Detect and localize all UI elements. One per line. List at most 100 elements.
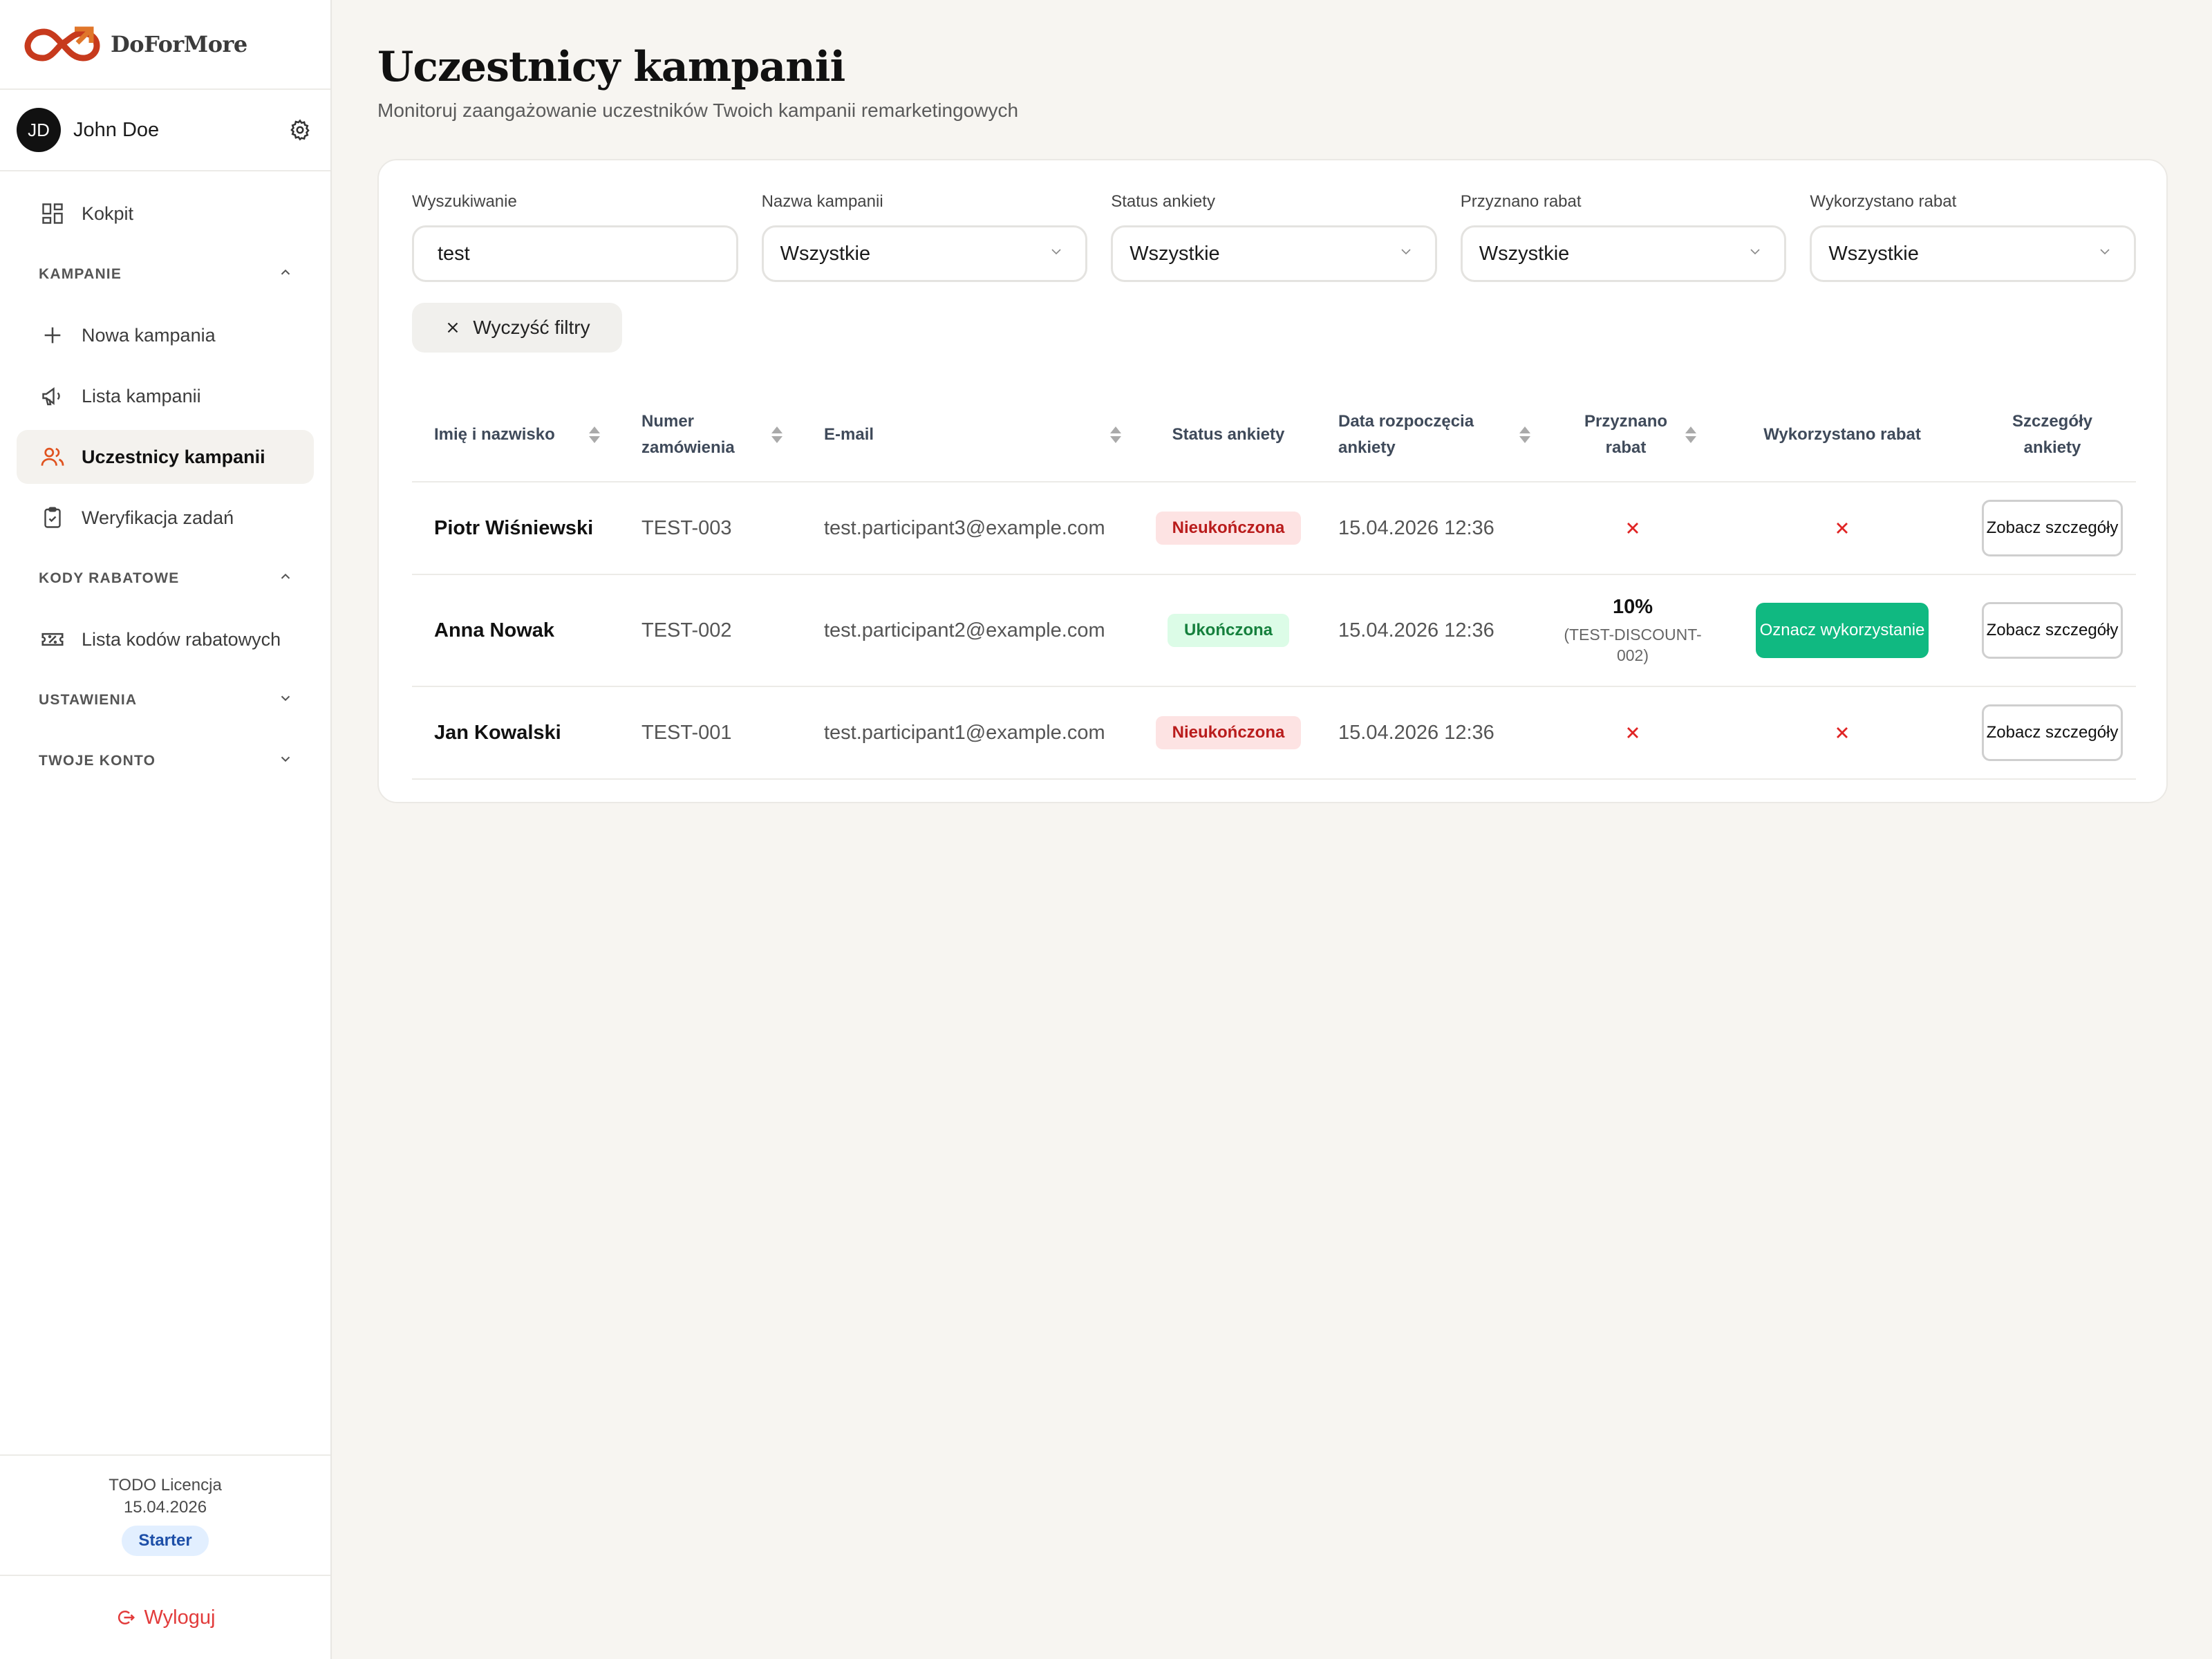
chevron-down-icon [278,751,293,771]
license-info: TODO Licencja 15.04.2026 Starter [0,1454,330,1576]
header-label: Numer zamówienia [641,412,735,457]
discount-used-select[interactable]: Wszystkie [1810,225,2136,282]
participant-name: Jan Kowalski [434,721,561,744]
details-cell: Zobacz szczegóły [1969,704,2136,761]
user-name: John Doe [73,118,160,141]
order-number: TEST-002 [641,619,732,641]
granted-cell [1550,723,1716,742]
clear-filters-button[interactable]: Wyczyść filtry [412,303,622,353]
column-header-name[interactable]: Imię i nazwisko [412,422,619,448]
section-kampanie[interactable]: KAMPANIE [17,247,314,301]
header-label: Przyznano rabat [1584,412,1668,457]
filter-campaign: Nazwa kampanii Wszystkie [761,192,1088,282]
sort-icon [1518,425,1532,444]
filter-label: Przyznano rabat [1460,192,1582,211]
sidebar-item-label: Nowa kampania [82,324,216,346]
chevron-up-icon [278,265,293,284]
select-value: Wszystkie [780,242,871,265]
sidebar-item-weryfikacja-zadan[interactable]: Weryfikacja zadań [17,491,314,545]
status-badge: Nieukończona [1155,512,1302,545]
plus-icon [39,321,66,349]
sidebar-item-kokpit[interactable]: Kokpit [17,187,314,241]
status-cell: Nieukończona [1141,716,1316,749]
details-cell: Zobacz szczegóły [1969,500,2136,556]
sidebar-nav: Kokpit KAMPANIE Nowa kampania Lista kamp… [0,171,330,788]
search-input[interactable]: test [412,225,738,282]
chevron-up-icon [278,569,293,588]
sidebar-item-label: Kokpit [82,203,134,224]
users-icon [39,443,66,471]
view-details-button[interactable]: Zobacz szczegóły [1982,704,2123,761]
plan-badge: Starter [122,1526,209,1556]
participants-card: Wyszukiwanie test Nazwa kampanii Wszystk… [377,159,2168,803]
filter-label: Nazwa kampanii [761,192,883,211]
participants-table: Imię i nazwisko Numer zamówienia E-mail … [412,388,2136,780]
column-header-order[interactable]: Numer zamówienia [619,409,802,461]
granted-cell: 10% (TEST-DISCOUNT-002) [1550,596,1716,666]
filter-discount-granted: Przyznano rabat Wszystkie [1460,192,1787,282]
brand-name: DoForMore [111,31,247,57]
filters-bar: Wyszukiwanie test Nazwa kampanii Wszystk… [412,192,2136,282]
table-row: Jan Kowalski TEST-001 test.participant1@… [412,687,2136,780]
section-label: USTAWIENIA [39,692,138,708]
table-row: Anna Nowak TEST-002 test.participant2@ex… [412,575,2136,687]
filter-label: Wyszukiwanie [412,192,517,211]
license-date: 15.04.2026 [123,1498,207,1517]
view-details-button[interactable]: Zobacz szczegóły [1982,500,2123,556]
participant-name: Piotr Wiśniewski [434,516,594,539]
gear-icon[interactable] [286,116,314,144]
column-header-status: Status ankiety [1172,425,1285,444]
column-header-details: Szczegóły ankiety [2012,412,2093,457]
discount-value: 10% [1612,595,1653,618]
brand-logo-icon [24,26,100,62]
logo[interactable]: DoForMore [0,0,330,90]
sidebar-item-lista-kodow-rabatowych[interactable]: Lista kodów rabatowych [17,612,314,666]
select-value: Wszystkie [1479,242,1570,265]
sidebar-item-lista-kampanii[interactable]: Lista kampanii [17,369,314,423]
sidebar-item-uczestnicy-kampanii[interactable]: Uczestnicy kampanii [17,430,314,484]
mark-used-button[interactable]: Oznacz wykorzystanie [1756,603,1929,658]
campaign-select[interactable]: Wszystkie [761,225,1088,282]
select-value: Wszystkie [1828,242,1919,265]
sidebar-item-nowa-kampania[interactable]: Nowa kampania [17,308,314,362]
logout-button[interactable]: Wyloguj [0,1576,330,1659]
logout-icon [115,1607,136,1628]
discount-granted-select[interactable]: Wszystkie [1460,225,1787,282]
section-twoje-konto[interactable]: TWOJE KONTO [17,734,314,788]
view-details-button[interactable]: Zobacz szczegóły [1982,602,2123,659]
dashboard-icon [39,200,66,227]
filter-search: Wyszukiwanie test [412,192,738,282]
section-ustawienia[interactable]: USTAWIENIA [17,673,314,727]
x-mark-icon [1833,518,1852,538]
status-cell: Nieukończona [1141,512,1316,545]
survey-date: 15.04.2026 12:36 [1338,619,1494,641]
used-cell [1716,723,1969,742]
column-header-email[interactable]: E-mail [802,422,1141,448]
survey-date: 15.04.2026 12:36 [1338,516,1494,539]
order-number: TEST-003 [641,516,732,539]
section-kody-rabatowe[interactable]: KODY RABATOWE [17,552,314,606]
survey-status-select[interactable]: Wszystkie [1111,225,1437,282]
chevron-down-icon [2097,243,2113,265]
x-mark-icon [1623,518,1642,538]
order-number: TEST-001 [641,721,732,744]
section-label: KODY RABATOWE [39,570,180,586]
column-header-granted[interactable]: Przyznano rabat [1550,409,1716,461]
sort-icon [1684,425,1698,444]
survey-date: 15.04.2026 12:36 [1338,721,1494,744]
sort-icon [1109,425,1123,444]
filter-survey-status: Status ankiety Wszystkie [1111,192,1437,282]
sort-icon [770,425,784,444]
chevron-down-icon [1048,243,1065,265]
participant-email: test.participant3@example.com [824,516,1105,539]
sidebar-item-label: Weryfikacja zadań [82,507,234,528]
column-header-date[interactable]: Data rozpoczęcia ankiety [1316,409,1550,461]
filter-label: Status ankiety [1111,192,1215,211]
table-header: Imię i nazwisko Numer zamówienia E-mail … [412,388,2136,482]
participant-name: Anna Nowak [434,619,555,641]
avatar[interactable]: JD [17,108,61,152]
sidebar: DoForMore JD John Doe Kokpit KAMPANIE No… [0,0,332,1659]
table-row: Piotr Wiśniewski TEST-003 test.participa… [412,482,2136,575]
filter-discount-used: Wykorzystano rabat Wszystkie [1810,192,2136,282]
column-header-used: Wykorzystano rabat [1763,425,1921,444]
